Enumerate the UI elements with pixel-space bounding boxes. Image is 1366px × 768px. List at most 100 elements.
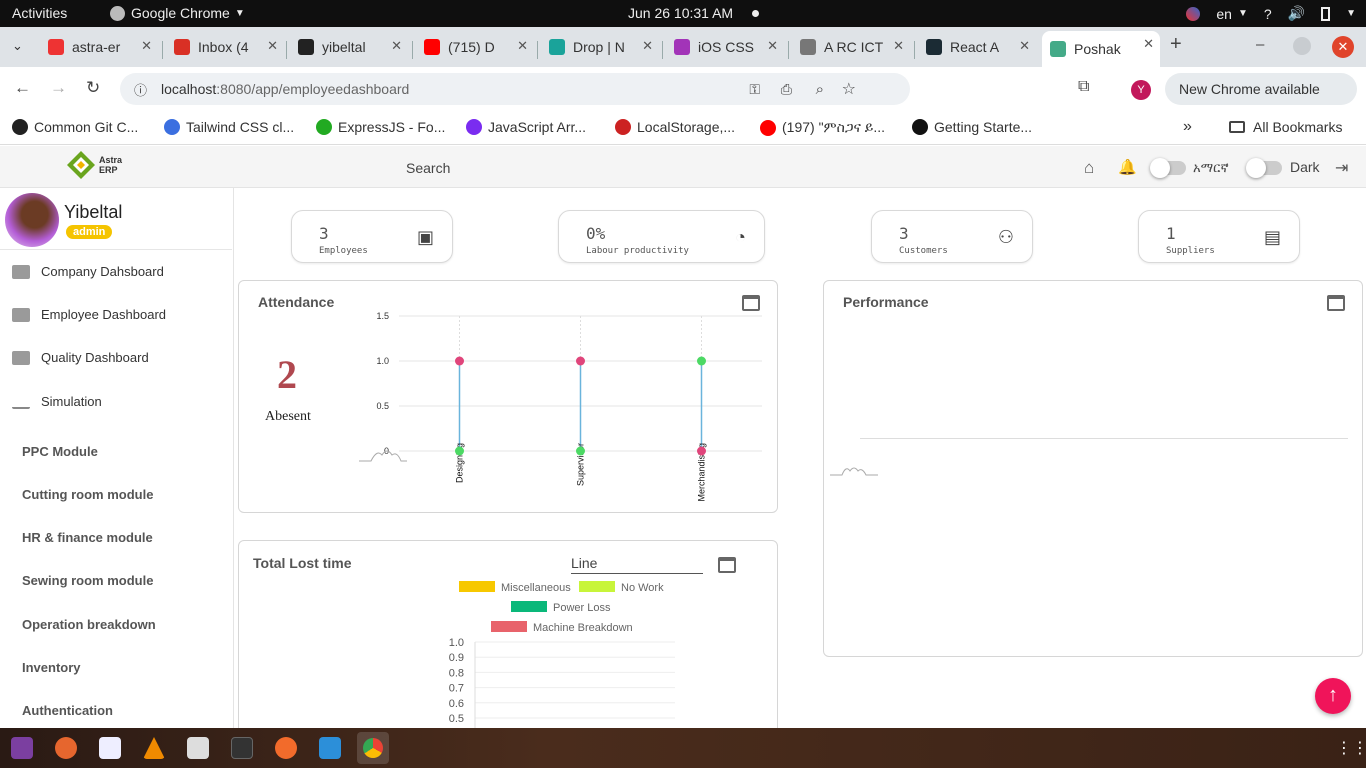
close-tab-icon[interactable]: ✕ [893, 38, 904, 54]
browser-tab[interactable]: Poshak ✕ [1042, 31, 1160, 67]
tab-separator [662, 41, 663, 59]
zoom-icon[interactable]: ⌕ [816, 81, 824, 98]
browser-tab[interactable]: Inbox (4 ✕ [166, 33, 284, 61]
id-card-icon [12, 307, 30, 322]
app-menu[interactable]: Google Chrome ▼ [110, 5, 245, 21]
site-info-icon[interactable]: ⓘ [134, 80, 147, 99]
terminal-icon[interactable] [231, 737, 253, 759]
close-tab-icon[interactable]: ✕ [1143, 36, 1154, 52]
y-tick-label: 0.5 [376, 401, 389, 411]
browser-tab[interactable]: astra-er ✕ [40, 33, 158, 61]
clock[interactable]: Jun 26 10:31 AM [628, 5, 733, 21]
tab-search-icon[interactable]: ⌄ [12, 38, 23, 54]
text-editor-icon[interactable] [99, 737, 121, 759]
bookmark-star-icon[interactable]: ☆ [842, 79, 856, 99]
module-sewing-room[interactable]: Sewing room module [22, 573, 153, 588]
extensions-icon[interactable]: ⧉ [1078, 78, 1089, 96]
more-bookmarks-icon[interactable]: » [1183, 118, 1192, 136]
bookmark-item[interactable]: Getting Starte... [912, 119, 1032, 135]
vlc-icon[interactable] [143, 737, 165, 759]
module-authentication[interactable]: Authentication [22, 703, 113, 718]
forward-icon[interactable]: → [50, 78, 67, 98]
tab-favicon-icon [1050, 41, 1066, 57]
browser-tab[interactable]: A RC ICT ✕ [792, 33, 910, 61]
search-box[interactable]: Search [406, 160, 450, 176]
nav-quality-dashboard[interactable]: Quality Dashboard [12, 350, 149, 365]
stat-card-labour-productivity[interactable]: 0% Labour productivity ◔ [558, 210, 765, 263]
module-cutting-room[interactable]: Cutting room module [22, 487, 153, 502]
browser-tab[interactable]: yibeltal ✕ [290, 33, 408, 61]
stat-card-customers[interactable]: 3 Customers ⚇ [871, 210, 1033, 263]
data-point [455, 356, 464, 366]
module-ppc[interactable]: PPC Module [22, 444, 98, 459]
logout-icon[interactable]: ⇥ [1335, 158, 1348, 178]
scroll-to-top-button[interactable]: ↑ [1315, 678, 1351, 714]
video-app-icon[interactable] [11, 737, 33, 759]
close-tab-icon[interactable]: ✕ [1019, 38, 1030, 54]
data-point [697, 446, 706, 456]
id-badge-icon: ▣ [416, 227, 434, 247]
bookmark-item[interactable]: JavaScript Arr... [466, 119, 586, 135]
avatar[interactable] [5, 193, 59, 247]
postman-icon[interactable] [275, 737, 297, 759]
close-tab-icon[interactable]: ✕ [517, 38, 528, 54]
install-app-icon[interactable]: ⎙ [781, 81, 792, 98]
bookmark-item[interactable]: LocalStorage,... [615, 119, 735, 135]
astra-logo[interactable]: Astra ERP [66, 150, 122, 180]
language-indicator[interactable]: en ▼ [1216, 6, 1247, 22]
bookmark-item[interactable]: ExpressJS - Fo... [316, 119, 445, 135]
role-badge: admin [66, 225, 113, 239]
browser-tab[interactable]: Drop | N ✕ [541, 33, 659, 61]
minimize-icon[interactable]: – [1256, 36, 1264, 53]
language-toggle[interactable] [1150, 158, 1186, 178]
nav-label: Simulation [41, 394, 102, 409]
firefox-icon[interactable] [55, 737, 77, 759]
module-inventory[interactable]: Inventory [22, 660, 81, 675]
chrome-update-button[interactable]: New Chrome available [1165, 73, 1357, 105]
app-grid-icon[interactable]: ⋮⋮ [1336, 738, 1366, 758]
stat-value: 1 [1166, 224, 1176, 243]
profile-avatar[interactable]: Y [1131, 80, 1151, 100]
browser-tab[interactable]: iOS CSS ✕ [666, 33, 784, 61]
all-bookmarks-button[interactable]: All Bookmarks [1229, 119, 1342, 135]
close-tab-icon[interactable]: ✕ [642, 38, 653, 54]
restore-icon[interactable] [1293, 37, 1311, 55]
activities-button[interactable]: Activities [12, 5, 67, 21]
bell-icon[interactable]: 🔔 [1118, 158, 1137, 176]
address-bar[interactable]: ⓘ localhost:8080/app/employeedashboard ⚿… [120, 73, 910, 105]
system-tray[interactable]: en ▼ ? 🔊 ▼ [1186, 5, 1356, 22]
close-tab-icon[interactable]: ✕ [391, 38, 402, 54]
close-tab-icon[interactable]: ✕ [267, 38, 278, 54]
back-icon[interactable]: ← [14, 78, 31, 98]
bookmark-item[interactable]: (197) "ምስጋና ይ... [760, 119, 885, 136]
files-icon[interactable] [187, 737, 209, 759]
module-operation-breakdown[interactable]: Operation breakdown [22, 617, 156, 632]
chrome-taskbar-item[interactable] [357, 732, 389, 764]
bookmark-item[interactable]: Tailwind CSS cl... [164, 119, 294, 135]
lost-time-chart: Miscellaneous No Work Power Loss Machine Br… [449, 581, 675, 741]
caret-down-icon: ▼ [234, 7, 245, 19]
nav-label: Employee Dashboard [41, 307, 167, 322]
password-key-icon[interactable]: ⚿ [749, 81, 760, 98]
close-window-icon[interactable]: ✕ [1332, 36, 1354, 58]
stat-card-employees[interactable]: 3 Employees ▣ [291, 210, 453, 263]
stat-label: Suppliers [1166, 246, 1215, 256]
nav-employee-dashboard[interactable]: Employee Dashboard [12, 307, 166, 322]
nav-company-dashboard[interactable]: Company Dahsboard [12, 264, 164, 279]
home-icon[interactable]: ⌂ [1084, 158, 1094, 178]
close-tab-icon[interactable]: ✕ [141, 38, 152, 54]
browser-tab[interactable]: React A ✕ [918, 33, 1036, 61]
y-tick-label: 0.8 [449, 667, 464, 679]
module-hr-finance[interactable]: HR & finance module [22, 530, 153, 545]
tab-title: iOS CSS [698, 39, 755, 55]
calendar-icon[interactable] [1327, 295, 1345, 311]
reload-icon[interactable]: ↻ [86, 78, 100, 98]
dark-mode-toggle[interactable] [1246, 158, 1282, 178]
vscode-icon[interactable] [319, 737, 341, 759]
stat-card-suppliers[interactable]: 1 Suppliers ▤ [1138, 210, 1300, 263]
browser-tab[interactable]: (715) D ✕ [416, 33, 534, 61]
bookmark-item[interactable]: Common Git C... [12, 119, 138, 135]
new-tab-icon[interactable]: + [1170, 33, 1182, 56]
close-tab-icon[interactable]: ✕ [767, 38, 778, 54]
nav-simulation[interactable]: Simulation [12, 394, 102, 409]
